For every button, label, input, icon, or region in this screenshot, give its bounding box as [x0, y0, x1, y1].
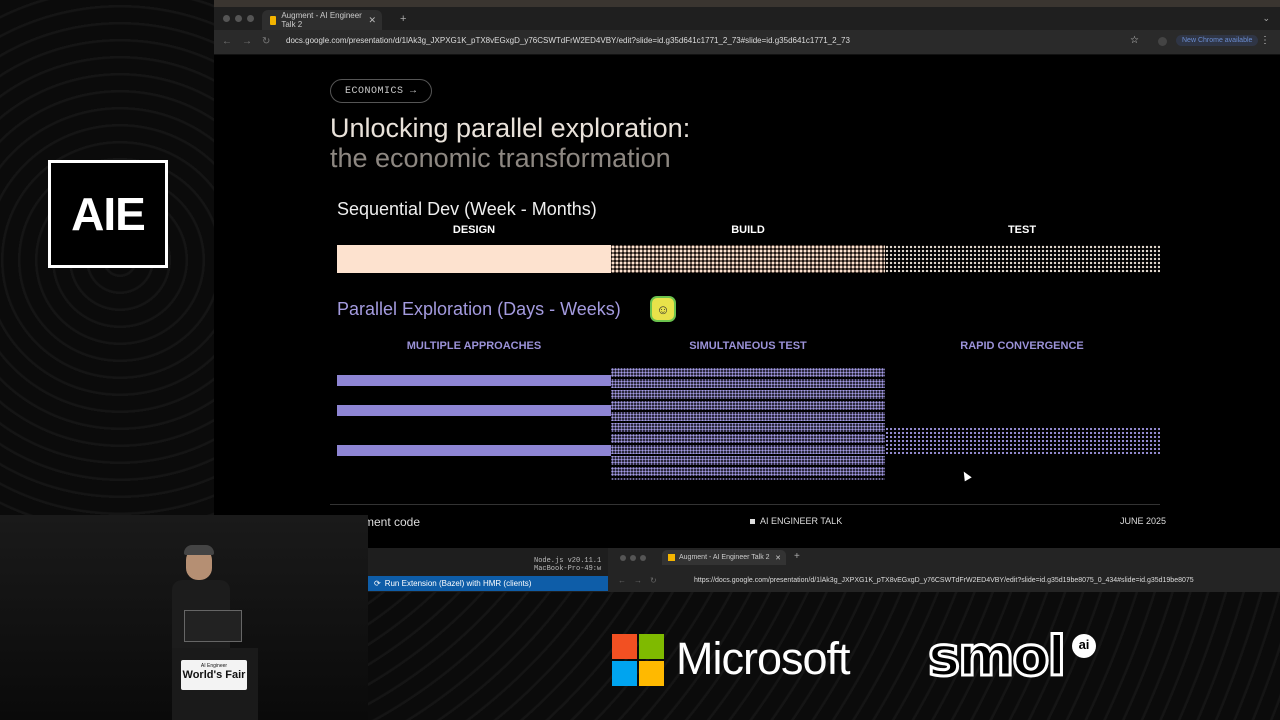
speaker-cap: [184, 545, 214, 555]
slide-title: Unlocking parallel exploration:: [330, 113, 691, 143]
forward-icon[interactable]: →: [242, 36, 252, 47]
microsoft-name: Microsoft: [676, 633, 851, 684]
back-icon[interactable]: ←: [618, 576, 626, 585]
simultaneous-test-dividers: [611, 368, 885, 480]
laptop: [184, 610, 242, 642]
approach-bar-3: [337, 445, 611, 456]
phase-build-label: BUILD: [731, 224, 765, 236]
mouse-cursor-icon: [960, 469, 972, 482]
podium-sign-big: World's Fair: [182, 669, 246, 681]
approach-bar-2: [337, 405, 611, 416]
second-new-tab-button[interactable]: +: [794, 551, 800, 562]
tab-bar: Augment - AI Engineer Talk 2 ✕ + ⌄: [214, 7, 1280, 30]
macos-menubar: [214, 0, 1280, 7]
smol-ai-badge: ai: [1072, 634, 1096, 658]
new-tab-button[interactable]: +: [400, 13, 406, 25]
microsoft-logo-icon: [612, 634, 664, 686]
podium-sign: AI Engineer World's Fair: [181, 660, 247, 690]
second-url-field[interactable]: https://docs.google.com/presentation/d/1…: [694, 577, 1194, 584]
second-browser-tab[interactable]: Augment - AI Engineer Talk 2 ✕: [662, 550, 786, 565]
update-button[interactable]: New Chrome available: [1176, 35, 1259, 46]
sequential-title: Sequential Dev (Week - Months): [337, 199, 597, 219]
footer-divider: [330, 504, 1160, 505]
tab-search-icon[interactable]: ⌄: [1262, 13, 1270, 24]
build-bar: [611, 245, 885, 273]
footer-date: JUNE 2025: [1120, 516, 1167, 526]
bookmark-star-icon[interactable]: ☆: [1130, 35, 1139, 46]
footer-center: AI ENGINEER TALK: [750, 516, 842, 526]
reload-icon[interactable]: ↻: [262, 36, 270, 47]
phase-approaches-label: MULTIPLE APPROACHES: [406, 340, 542, 352]
phase-convergence-label: RAPID CONVERGENCE: [960, 340, 1084, 352]
slides-icon: [270, 15, 277, 25]
run-status-bar[interactable]: ⟳ Run Extension (Bazel) with HMR (client…: [368, 576, 608, 591]
back-icon[interactable]: ←: [222, 36, 232, 47]
address-bar: ← → ↻ docs.google.com/presentation/d/1lA…: [214, 30, 1280, 55]
reload-icon[interactable]: ↻: [650, 576, 657, 585]
terminal-line-2: MacBook-Pro-49:w: [534, 565, 602, 573]
slide: ECONOMICS → Unlocking parallel explorati…: [214, 55, 1280, 548]
second-nav-buttons: ← → ↻: [618, 576, 657, 585]
section-tag: ECONOMICS →: [330, 79, 432, 103]
nav-buttons: ← → ↻: [222, 36, 270, 47]
tab-title: Augment - AI Engineer Talk 2: [281, 11, 362, 29]
second-window-controls[interactable]: [620, 555, 646, 561]
phase-test-label: TEST: [1007, 224, 1037, 236]
robot-icon: ☺: [650, 296, 676, 322]
approach-bar-1: [337, 375, 611, 386]
menu-icon[interactable]: ⋮: [1260, 35, 1270, 46]
run-icon: ⟳: [374, 579, 381, 588]
terminal-line-1: Node.js v20.11.1: [534, 557, 602, 565]
second-tab-title: Augment - AI Engineer Talk 2: [679, 554, 770, 561]
browser-window: Augment - AI Engineer Talk 2 ✕ + ⌄ ← → ↻…: [214, 0, 1280, 548]
slides-icon: [668, 554, 675, 561]
close-tab-icon[interactable]: ✕: [775, 554, 781, 562]
terminal-text: Node.js v20.11.1 MacBook-Pro-49:w: [534, 557, 601, 573]
close-tab-icon[interactable]: ✕: [368, 15, 376, 26]
parallel-title: Parallel Exploration (Days - Weeks): [337, 299, 621, 319]
window-controls[interactable]: [223, 15, 254, 22]
footer-center-text: AI ENGINEER TALK: [760, 516, 843, 526]
phase-design-label: DESIGN: [452, 224, 496, 236]
footer-brand: ment code: [364, 515, 421, 529]
active-tab[interactable]: Augment - AI Engineer Talk 2 ✕: [262, 10, 382, 30]
phase-simultaneous-label: SIMULTANEOUS TEST: [689, 340, 807, 352]
smol-logo: smol: [926, 624, 1067, 690]
design-bar: [337, 245, 611, 273]
convergence-bar: [885, 427, 1160, 454]
square-icon: [750, 518, 755, 524]
url-field[interactable]: docs.google.com/presentation/d/1lAk3g_JX…: [286, 36, 850, 45]
profile-icon[interactable]: [1158, 37, 1167, 46]
test-bar: [885, 245, 1160, 273]
run-label: Run Extension (Bazel) with HMR (clients): [384, 579, 532, 588]
aie-logo: AIE: [48, 160, 168, 268]
slide-subtitle: the economic transformation: [330, 143, 671, 173]
forward-icon[interactable]: →: [634, 576, 642, 585]
